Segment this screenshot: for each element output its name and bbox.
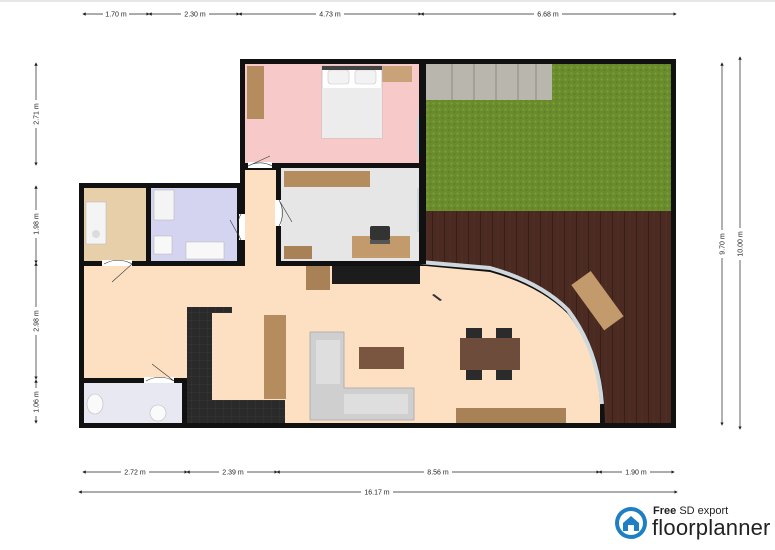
floorplanner-branding: Free SD export floorplanner — [614, 504, 770, 542]
garden-lawn — [426, 64, 671, 211]
right-dimensions: 9.70 m 10.00 m — [717, 56, 745, 430]
utility-room — [84, 188, 146, 261]
dim-bottom-4: 1.90 m — [598, 467, 675, 477]
bathtub — [185, 241, 225, 260]
office-cabinet — [284, 246, 312, 259]
bath-basin — [153, 235, 173, 255]
dim-right-outer-label: 10.00 m — [738, 231, 745, 256]
utility-drain-icon — [92, 230, 100, 238]
bedroom-wardrobe — [247, 66, 264, 119]
dim-top-2-label: 2.30 m — [184, 12, 206, 19]
dim-bottom-4-label: 1.90 m — [625, 470, 647, 477]
dim-left-1-label: 2.71 m — [34, 103, 41, 125]
dim-left-1: 2.71 m — [31, 62, 41, 166]
brand-name: floorplanner — [652, 515, 771, 540]
bottom-dimensions: 2.72 m 2.39 m 8.56 m 1.90 m 16.17 m — [78, 467, 678, 497]
coffee-table — [359, 347, 404, 369]
dim-top-3: 4.73 m — [238, 9, 422, 19]
tv-unit — [332, 266, 420, 284]
dim-top-3-label: 4.73 m — [319, 12, 341, 19]
dim-bottom-3: 8.56 m — [276, 467, 600, 477]
dim-top-4-label: 6.68 m — [537, 12, 559, 19]
bedroom-nightstand — [380, 66, 412, 82]
dim-bottom-3-label: 8.56 m — [427, 470, 449, 477]
kitchen-island — [264, 315, 286, 399]
dim-bottom-1: 2.72 m — [82, 467, 188, 477]
dim-left-2-label: 1.98 m — [34, 213, 41, 235]
dim-left-3: 2.98 m — [31, 262, 41, 380]
office-monitor — [370, 240, 390, 244]
dim-top-1: 1.70 m — [82, 9, 150, 19]
dim-bottom-2: 2.39 m — [186, 467, 278, 477]
dim-bottom-2-label: 2.39 m — [222, 470, 244, 477]
floor-plan: 1.70 m 2.30 m 4.73 m 6.68 m 2.71 m 1.98 — [0, 0, 775, 497]
dim-left-4: 1.06 m — [31, 379, 41, 424]
toilet-basin — [149, 404, 167, 422]
dim-top-4: 6.68 m — [420, 9, 677, 19]
bedroom — [245, 64, 421, 163]
top-dimensions: 1.70 m 2.30 m 4.73 m 6.68 m — [0, 0, 775, 19]
garden-steps — [426, 64, 552, 100]
floorplanner-house-icon — [615, 507, 647, 539]
double-bed — [321, 65, 383, 139]
dim-top-2: 2.30 m — [148, 9, 240, 19]
dim-left-2: 1.98 m — [31, 185, 41, 264]
bathroom — [151, 188, 237, 261]
left-dimensions: 2.71 m 1.98 m 2.98 m 1.06 m — [31, 62, 41, 424]
dim-top-1-label: 1.70 m — [105, 12, 127, 19]
bath-shower — [153, 189, 175, 221]
dim-bottom-1-label: 2.72 m — [124, 470, 146, 477]
office — [281, 168, 421, 261]
toilet-room — [84, 383, 182, 423]
dim-left-4-label: 1.06 m — [34, 391, 41, 413]
office-chair — [370, 226, 390, 240]
office-shelf — [284, 171, 370, 187]
dim-left-3-label: 2.98 m — [34, 310, 41, 332]
dim-right-inner-label: 9.70 m — [720, 233, 727, 255]
tv-cabinet-side — [306, 266, 330, 290]
sideboard — [456, 408, 566, 423]
toilet-bowl — [86, 393, 104, 415]
dim-right-outer: 10.00 m — [735, 56, 745, 430]
dim-bottom-total-label: 16.17 m — [364, 490, 389, 497]
dim-bottom-total: 16.17 m — [78, 487, 678, 497]
dim-right-inner: 9.70 m — [717, 62, 727, 426]
